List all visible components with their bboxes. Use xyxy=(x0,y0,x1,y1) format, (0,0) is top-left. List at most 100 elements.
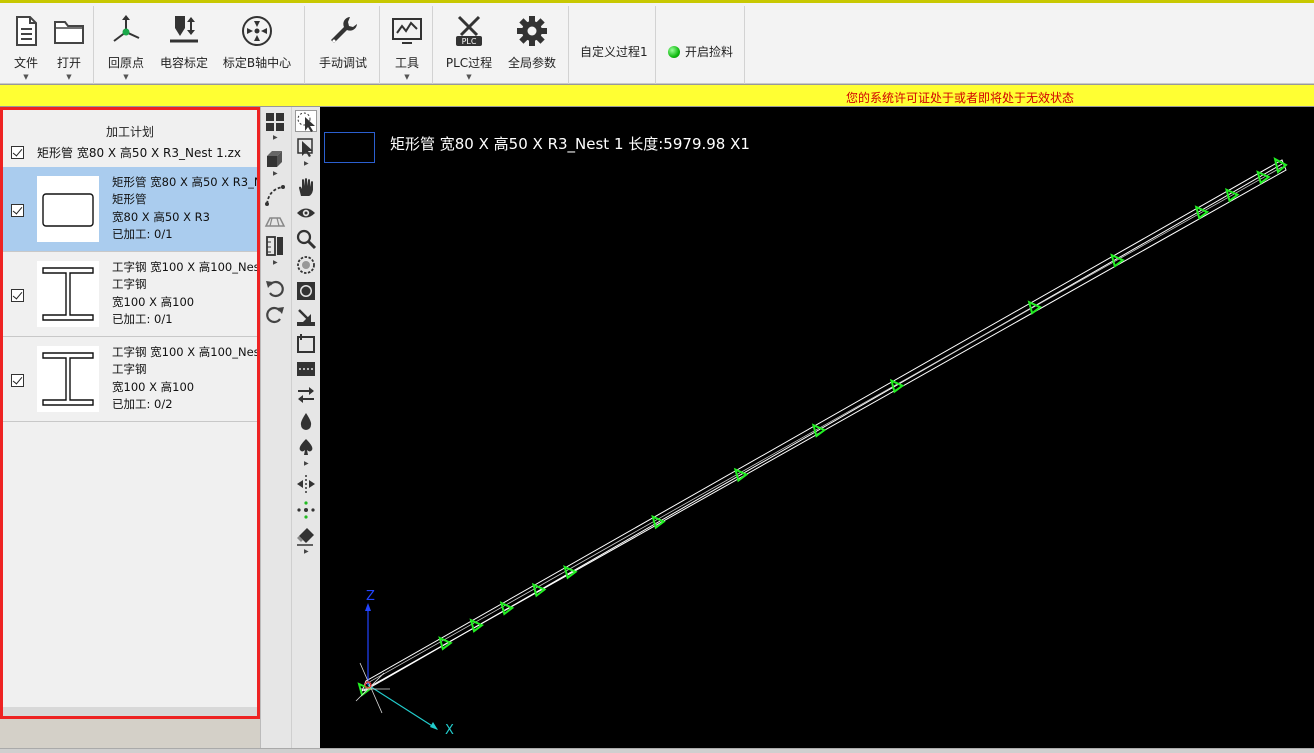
tools-button[interactable]: 工具 ▼ xyxy=(390,14,424,81)
ribbon-group-tools: 工具 ▼ xyxy=(381,6,433,86)
plc-tools-icon: PLC xyxy=(456,15,482,46)
global-params-button[interactable]: 全局参数 xyxy=(505,14,559,71)
custom-process-button[interactable]: 自定义过程1 xyxy=(580,43,648,60)
plan-list-item[interactable]: 矩形管 宽80 X 高50 X R3_Nest 1 矩形管宽80 X 高50 X … xyxy=(3,167,257,252)
part-info: 工字钢 宽100 X 高100_Nest 2 工字钢宽100 X 高100 已加工:… xyxy=(112,259,257,328)
select-pointer-icon[interactable] xyxy=(295,110,317,132)
axis-origin-icon xyxy=(113,15,140,42)
part-dims: 宽80 X 高50 X R3 xyxy=(112,209,210,224)
pick-pointer-icon[interactable] xyxy=(295,136,317,158)
chevron-down-icon: ▼ xyxy=(466,73,472,81)
eye-icon[interactable] xyxy=(295,202,317,224)
import-icon[interactable] xyxy=(295,306,317,328)
center-points-icon[interactable] xyxy=(295,499,317,521)
monitor-chart-icon xyxy=(392,18,422,44)
app-window: 文件 ▼ 打开 ▼ 回原点 ▼ 电容标定 标定B轴中心 手动调试 工具 ▼ PL… xyxy=(0,0,1314,753)
item-checkbox[interactable] xyxy=(11,289,24,302)
zoom-window-icon[interactable] xyxy=(295,254,317,276)
ribbon-group-calibration: 回原点 ▼ 电容标定 标定B轴中心 xyxy=(95,6,305,86)
calibrate-b-axis-button[interactable]: 标定B轴中心 xyxy=(221,14,293,71)
undo-icon[interactable] xyxy=(264,277,286,299)
plc-process-button[interactable]: PLC PLC过程 ▼ xyxy=(445,14,493,81)
part-progress: 已加工: 0/1 xyxy=(112,311,173,326)
ribbon-group-plc: PLC PLC过程 ▼ 全局参数 xyxy=(434,6,569,86)
chevron-down-icon: ▼ xyxy=(123,73,129,81)
ruler-icon[interactable] xyxy=(264,235,286,257)
plan-list-item[interactable]: 工字钢 宽100 X 高100_Nest 2 工字钢宽100 X 高100 已加工:… xyxy=(3,252,257,337)
part-progress: 已加工: 0/1 xyxy=(112,226,173,241)
part-drawing: Z X xyxy=(355,157,1288,738)
zoom-icon[interactable] xyxy=(295,228,317,250)
license-warning-text: 您的系统许可证处于或者即将处于无效状态 xyxy=(845,91,1074,105)
part-dims: 宽100 X 高100 xyxy=(112,294,195,309)
svg-text:PLC: PLC xyxy=(462,37,477,46)
part-name: 工字钢 宽100 X 高100_Nest 2 xyxy=(112,260,257,274)
part-name: 工字钢 宽100 X 高100_Nest 3 xyxy=(112,345,257,359)
file-button[interactable]: 文件 ▼ xyxy=(9,14,43,81)
part-type: 工字钢 xyxy=(112,362,147,377)
manual-debug-button[interactable]: 手动调试 xyxy=(318,14,368,71)
spade-icon[interactable] xyxy=(295,436,317,458)
cut-mark xyxy=(811,423,827,438)
processing-plan-panel: 加工计划 矩形管 宽80 X 高50 X R3_Nest 1.zx 矩形管 宽8… xyxy=(0,107,260,719)
ribbon-toolbar: 文件 ▼ 打开 ▼ 回原点 ▼ 电容标定 标定B轴中心 手动调试 工具 ▼ PL… xyxy=(0,0,1314,86)
chevron-right-icon: ▶ xyxy=(273,259,278,266)
tube-model xyxy=(357,157,1288,697)
axis-z-label: Z xyxy=(366,589,375,604)
cut-mark xyxy=(499,601,515,616)
chevron-down-icon: ▼ xyxy=(66,73,72,81)
chevron-right-icon: ▶ xyxy=(304,460,309,467)
chevron-right-icon: ▶ xyxy=(304,160,309,167)
frame-icon[interactable] xyxy=(295,332,317,354)
part-type: 工字钢 xyxy=(112,277,147,292)
chevron-right-icon: ▶ xyxy=(273,170,278,177)
sensor-calibration-icon xyxy=(170,16,198,43)
drop-icon[interactable] xyxy=(295,410,317,432)
redo-icon[interactable] xyxy=(264,303,286,325)
plan-list: 矩形管 宽80 X 高50 X R3_Nest 1 矩形管宽80 X 高50 X … xyxy=(3,167,257,422)
start-pick-button[interactable]: 开启捡料 xyxy=(685,43,733,60)
bevel-icon[interactable] xyxy=(264,210,286,232)
part-info: 矩形管 宽80 X 高50 X R3_Nest 1 矩形管宽80 X 高50 X … xyxy=(112,174,257,243)
swap-direction-icon[interactable] xyxy=(295,384,317,406)
part-progress: 已加工: 0/2 xyxy=(112,396,173,411)
item-checkbox[interactable] xyxy=(11,204,24,217)
split-line-icon[interactable] xyxy=(295,358,317,380)
status-indicator-icon xyxy=(668,46,680,58)
file-checkbox[interactable] xyxy=(11,146,24,159)
folder-icon xyxy=(54,21,84,44)
wrench-icon xyxy=(331,17,357,43)
plan-list-item[interactable]: 工字钢 宽100 X 高100_Nest 3 工字钢宽100 X 高100 已加工:… xyxy=(3,337,257,422)
mirror-icon[interactable] xyxy=(295,473,317,495)
hand-pan-icon[interactable] xyxy=(295,176,317,198)
document-icon xyxy=(16,16,37,46)
zoom-extents-icon[interactable] xyxy=(295,280,317,302)
cad-viewport[interactable]: 矩形管 宽80 X 高50 X R3_Nest 1 长度:5979.98 X1 … xyxy=(320,107,1314,748)
panel-title: 加工计划 xyxy=(105,125,154,139)
plan-file-name: 矩形管 宽80 X 高50 X R3_Nest 1.zx xyxy=(37,146,242,160)
open-button[interactable]: 打开 ▼ xyxy=(52,14,86,81)
ribbon-group-pick: 开启捡料 xyxy=(657,6,745,86)
3d-box-icon[interactable] xyxy=(264,148,286,170)
plan-file-row[interactable]: 矩形管 宽80 X 高50 X R3_Nest 1.zx xyxy=(11,144,257,161)
chevron-right-icon: ▶ xyxy=(273,134,278,141)
ribbon-group-file: 文件 ▼ 打开 ▼ xyxy=(0,6,94,86)
center-target-icon xyxy=(242,16,272,46)
grid-view-icon[interactable] xyxy=(264,111,286,133)
license-warning-bar: 您的系统许可证处于或者即将处于无效状态 xyxy=(0,84,1314,107)
part-info: 工字钢 宽100 X 高100_Nest 3 工字钢宽100 X 高100 已加工:… xyxy=(112,344,257,413)
curve-path-icon[interactable] xyxy=(264,184,286,206)
ribbon-group-custom: 自定义过程1 xyxy=(570,6,656,86)
part-dims: 宽100 X 高100 xyxy=(112,379,195,394)
item-checkbox[interactable] xyxy=(11,374,24,387)
home-button[interactable]: 回原点 ▼ xyxy=(105,14,147,81)
view-toolstrip: ▶ ▶ ▶ xyxy=(260,107,291,748)
part-thumbnail xyxy=(37,176,99,242)
horizontal-scrollbar[interactable] xyxy=(3,707,257,716)
gear-icon xyxy=(517,16,547,46)
axis-x-label: X xyxy=(445,723,454,738)
status-bar xyxy=(0,748,1314,753)
chevron-down-icon: ▼ xyxy=(404,73,410,81)
capacitance-calibration-button[interactable]: 电容标定 xyxy=(159,14,209,71)
eraser-icon[interactable] xyxy=(295,525,317,547)
